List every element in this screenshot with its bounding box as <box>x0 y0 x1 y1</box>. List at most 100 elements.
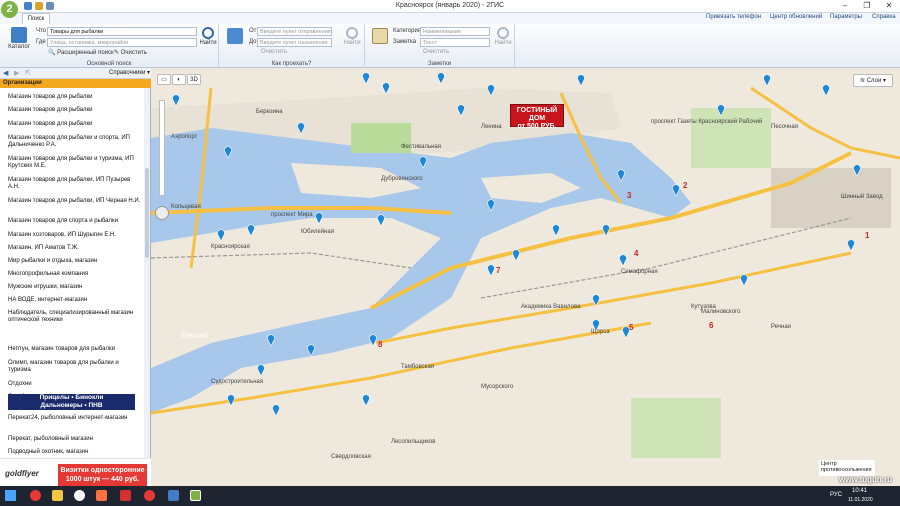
pan-control-icon[interactable] <box>155 206 169 220</box>
search-group-label: Основной поиск <box>86 61 132 67</box>
close-button[interactable]: ✕ <box>878 0 900 12</box>
street-label-rechnaya: Речная <box>771 324 791 330</box>
map-number-label: 5 <box>629 323 634 332</box>
list-item[interactable]: Магазин товаров для рыбалки <box>8 121 142 128</box>
street-label-berezina: Березина <box>256 109 283 115</box>
street-label-lenina: Ленина <box>481 124 502 130</box>
list-item[interactable]: Магазин товаров для рыбалки, ИП Черная Н… <box>8 198 142 205</box>
notes-icon-button[interactable] <box>371 28 389 45</box>
app-icon[interactable] <box>120 490 131 501</box>
menu-bar <box>0 13 900 24</box>
yandex-icon[interactable] <box>74 490 85 501</box>
list-item[interactable]: Магазин товаров для рыбалки и спорта, ИП… <box>8 135 142 149</box>
collapse-icon[interactable]: ⇱ <box>25 69 31 77</box>
list-item[interactable]: Магазин товаров для рыбалки <box>8 107 142 114</box>
footer-ad-line1: Визитки односторонние <box>60 467 145 474</box>
list-item[interactable]: Мужские игрушки, магазин <box>8 284 142 291</box>
tab-search[interactable]: Поиск <box>22 13 50 24</box>
where-input[interactable]: Улица, остановка, микрорайон <box>47 38 197 47</box>
street-label-festivalnaya: Фестивальная <box>401 144 441 150</box>
opera-icon[interactable] <box>144 490 155 501</box>
route-icon <box>227 28 243 44</box>
taskbar: РУС 10:41 11.01.2020 <box>0 486 900 506</box>
map-view[interactable]: 1 2 3 4 5 6 7 8 проспект Мира Дубровинского про… <box>151 68 900 486</box>
list-item[interactable]: Олимп, магазин товаров для рыбалки и тур… <box>8 360 142 374</box>
panel-footer: goldflyer Визитки односторонние 1000 шту… <box>0 458 151 486</box>
layers-button[interactable]: ≋ Слои ▾ <box>853 74 893 87</box>
app-icon-blue[interactable] <box>168 490 179 501</box>
street-label-koltsevaya: Кольцевая <box>171 204 201 210</box>
list-ad-banner[interactable]: Прицелы • Бинокли Дальномеры • ПНВ <box>8 394 135 410</box>
zoom-slider[interactable] <box>159 100 165 196</box>
maximize-button[interactable]: ❐ <box>856 0 878 12</box>
windows-start-icon[interactable] <box>5 490 16 501</box>
center-logo[interactable]: Центр противоскольжения <box>819 460 875 476</box>
folder-icon[interactable] <box>52 490 63 501</box>
list-item[interactable]: Перекат24, рыболовный интернет-магазин <box>8 415 142 422</box>
list-item[interactable]: НА ВОДЕ, интернет-магазин <box>8 297 142 304</box>
notes-find-button[interactable]: Найти <box>493 27 513 46</box>
category-select[interactable]: Наименование <box>420 27 490 36</box>
compass-button[interactable]: ◐ <box>172 74 186 85</box>
map-ad-banner[interactable]: ГОСТИНЫЙ ДОМ от 500 РУБ. <box>510 104 564 130</box>
forward-icon[interactable]: ▶ <box>14 69 19 77</box>
to-input[interactable]: Введите пункт назначения <box>257 38 332 47</box>
list-scrollbar[interactable] <box>144 88 150 458</box>
street-label-sudostroitelnaya: Судостроительная <box>211 379 263 385</box>
note-input[interactable]: Текст <box>420 38 490 47</box>
catalog-icon <box>11 27 27 43</box>
2gis-taskbar-icon[interactable] <box>190 490 201 501</box>
clear-route-button[interactable]: Очистить <box>261 49 287 55</box>
3d-button[interactable]: 3D <box>187 74 201 85</box>
catalog-button[interactable]: Каталог <box>5 27 33 50</box>
link-bind-phone[interactable]: Привязать телефон <box>706 14 761 20</box>
window-title: Красноярск (январь 2020) - 2ГИС <box>395 2 505 9</box>
list-item[interactable]: Мир рыбалки и отдыха, магазин <box>8 258 142 265</box>
goldflyer-logo[interactable]: goldflyer <box>5 469 39 478</box>
street-label-lesopilshchikov: Лесопильщиков <box>391 439 435 445</box>
link-help[interactable]: Справка <box>872 14 896 20</box>
list-item[interactable]: Магазин товаров для рыбалки и туризма, И… <box>8 156 142 170</box>
notes-find-label: Найти <box>494 40 512 46</box>
list-item[interactable]: Отдохни <box>8 381 142 388</box>
minimize-button[interactable]: – <box>834 0 856 12</box>
2gis-logo-icon[interactable]: 2 <box>1 1 18 18</box>
list-item[interactable]: Магазин, ИП Аматов Т.Ж. <box>8 245 142 252</box>
footer-ad[interactable]: Визитки односторонние 1000 штук — 440 ру… <box>58 464 147 486</box>
route-icon-button[interactable] <box>224 28 246 45</box>
advanced-search-button[interactable]: 🔍 Расширенный поиск <box>48 49 114 56</box>
route-find-button[interactable]: Найти <box>342 27 362 46</box>
list-item[interactable]: Магазин товаров для рыбалки, ИП Пузырев … <box>8 177 142 191</box>
input-language[interactable]: РУС <box>830 492 842 498</box>
note-label: Заметка <box>393 39 417 45</box>
list-item[interactable]: Подводный охотник, магазин <box>8 449 142 456</box>
list-item[interactable]: Перекат, рыболовный магазин <box>8 436 142 443</box>
opera-icon[interactable] <box>30 490 41 501</box>
from-input[interactable]: Введите пункт отправления <box>257 27 332 36</box>
list-scroll-thumb[interactable] <box>145 168 149 258</box>
map-number-label: 7 <box>496 266 501 275</box>
map-number-label: 8 <box>378 340 383 349</box>
list-item[interactable]: Магазин товаров для рыбалки <box>8 94 142 101</box>
reference-dropdown[interactable]: Справочники ▾ <box>109 69 150 76</box>
link-settings[interactable]: Параметры <box>830 14 862 20</box>
link-update-center[interactable]: Центр обновлений <box>770 14 822 20</box>
list-item[interactable]: Магазин хозтоваров, ИП Шурыгин Е.Н. <box>8 232 142 239</box>
clear-search-button[interactable]: ✎ Очистить <box>114 49 147 56</box>
search-icon <box>202 27 214 39</box>
list-item[interactable]: Нептун, магазин товаров для рыбалки <box>8 346 142 353</box>
advanced-search-label: Расширенный поиск <box>57 50 114 56</box>
list-ad-line1: Прицелы • Бинокли <box>39 394 104 401</box>
find-button[interactable]: Найти <box>199 27 217 46</box>
firefox-icon[interactable] <box>96 490 107 501</box>
back-icon[interactable]: ◀ <box>3 69 8 77</box>
center-logo-line2: противоскольжения <box>821 467 872 473</box>
ruler-button[interactable]: ▭ <box>157 74 171 85</box>
what-input[interactable]: Товары для рыбалки <box>47 27 197 36</box>
list-item[interactable]: Многопрофильная компания <box>8 271 142 278</box>
clear-notes-button[interactable]: Очистить <box>423 49 449 55</box>
park-2 <box>691 108 771 168</box>
list-item[interactable]: Магазин товаров для спорта и рыбалки <box>8 218 142 225</box>
list-item[interactable]: Наблюдатель, специализированный магазин … <box>8 310 142 324</box>
reference-label: Справочники <box>109 70 146 76</box>
